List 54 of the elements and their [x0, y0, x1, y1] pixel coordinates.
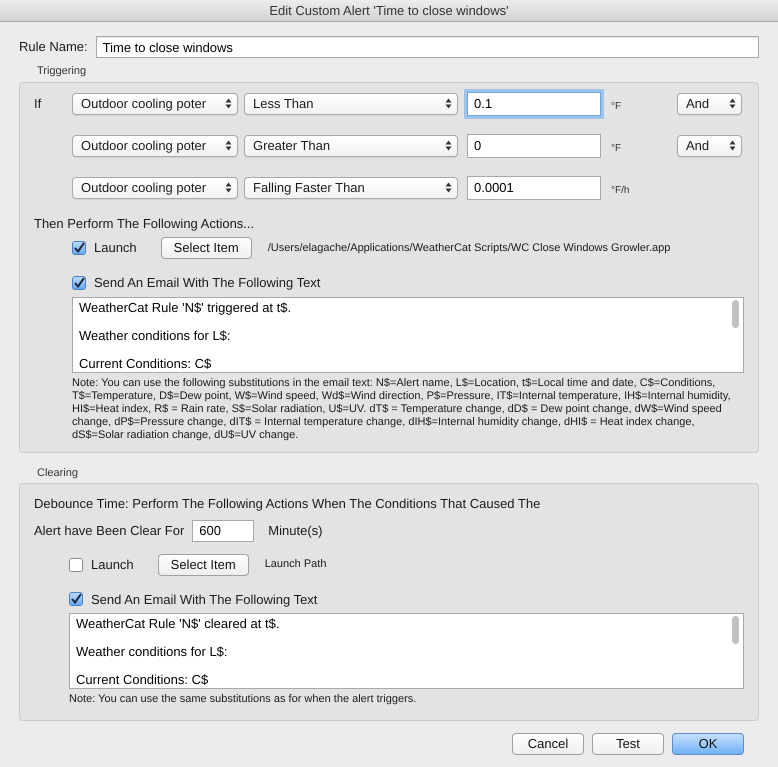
scrollbar-thumb[interactable]: [732, 616, 739, 644]
minutes-field[interactable]: 600: [192, 520, 254, 542]
unit-label: °F/h: [611, 184, 630, 198]
value-field[interactable]: 0: [467, 134, 601, 158]
group-label: Clearing: [37, 466, 79, 480]
select-item-button[interactable]: Select Item: [160, 237, 252, 259]
debounce-text: Debounce Time: Perform The Following Actions When The Conditions That Caused The: [34, 495, 542, 513]
updown-arrows-icon: [225, 182, 232, 193]
updown-arrows-icon: [729, 140, 736, 151]
group-label: Triggering: [37, 64, 88, 79]
operator-dropdown[interactable]: Greater Than: [244, 134, 458, 156]
updown-arrows-icon: [729, 98, 736, 109]
checkbox-label: Launch: [91, 556, 134, 574]
checkbox[interactable]: [69, 592, 83, 606]
if-label: If: [34, 94, 42, 113]
unit-label: °F: [611, 142, 622, 156]
checkbox-label: Launch: [94, 239, 137, 258]
updown-arrows-icon: [445, 140, 452, 151]
checkbox[interactable]: [72, 241, 86, 255]
updown-arrows-icon: [445, 98, 452, 109]
dialog-button[interactable]: Cancel: [512, 733, 584, 755]
checkbox-label: Send An Email With The Following Text: [94, 274, 320, 292]
note-text: Note: You can use the following substitutions in the email text: N$=Alert name, L$=Location, t$=Local time and date, C$=Conditions, T$=Temperature, D$=Dew point, W$=Wind speed, Wd$=Wind direction, P$=Pressure, IT$=Internal temperature, IH$=Internal humidity, HI$=Heat index, R$ = Rain rate, S$=Solar radiation, U$=UV. dT$ = Temperature change, dD$ = Dew point change, dW$=Wind speed change, dP$=Pressure change, dIT$ = Internal temperature change, dIH$=Internal humidity change, dHI$ = Heat index change, dS$=Solar radiation change, dU$=UV change.: [72, 376, 732, 442]
select-item-button[interactable]: Select Item: [158, 554, 249, 576]
window-title: Edit Custom Alert 'Time to close windows': [269, 2, 509, 20]
operator-dropdown[interactable]: Less Than: [244, 92, 458, 114]
dialog-button[interactable]: OK: [672, 733, 744, 755]
updown-arrows-icon: [225, 98, 232, 109]
field-label: Alert have Been Clear For: [34, 522, 184, 540]
measurement-dropdown[interactable]: Outdoor cooling poter: [72, 134, 238, 156]
value-field[interactable]: 0.1: [467, 92, 601, 116]
rule-name-field[interactable]: Time to close windows: [96, 36, 759, 58]
conjunction-dropdown[interactable]: And: [677, 134, 742, 156]
note-text: Note: You can use the same substitutions as for when the alert triggers.: [69, 693, 418, 706]
email-text-field[interactable]: WeatherCat Rule 'N$' cleared at t$. Weather conditions for L$: Current Conditions: C$: [69, 613, 744, 689]
field-label: Rule Name:: [19, 38, 88, 56]
conjunction-dropdown[interactable]: And: [677, 92, 742, 114]
launch-path: /Users/elagache/Applications/WeatherCat Scripts/WC Close Windows Growler.app: [268, 240, 670, 256]
updown-arrows-icon: [225, 140, 232, 151]
section-heading: Then Perform The Following Actions...: [34, 214, 256, 233]
checkbox[interactable]: [69, 558, 83, 572]
unit-label: °F: [611, 100, 622, 114]
checkbox[interactable]: [72, 276, 86, 290]
dialog-button[interactable]: Test: [592, 733, 664, 755]
scrollbar-thumb[interactable]: [732, 300, 739, 328]
measurement-dropdown[interactable]: Outdoor cooling poter: [72, 176, 238, 198]
unit-label: Minute(s): [268, 522, 322, 540]
value-field[interactable]: 0.0001: [467, 176, 601, 200]
checkbox-label: Send An Email With The Following Text: [91, 590, 318, 609]
operator-dropdown[interactable]: Falling Faster Than: [244, 176, 458, 198]
measurement-dropdown[interactable]: Outdoor cooling poter: [72, 92, 238, 114]
email-text-field[interactable]: WeatherCat Rule 'N$' triggered at t$. Weather conditions for L$: Current Conditions: C$: [72, 296, 744, 372]
updown-arrows-icon: [445, 182, 452, 193]
launch-path: Launch Path: [264, 557, 326, 572]
